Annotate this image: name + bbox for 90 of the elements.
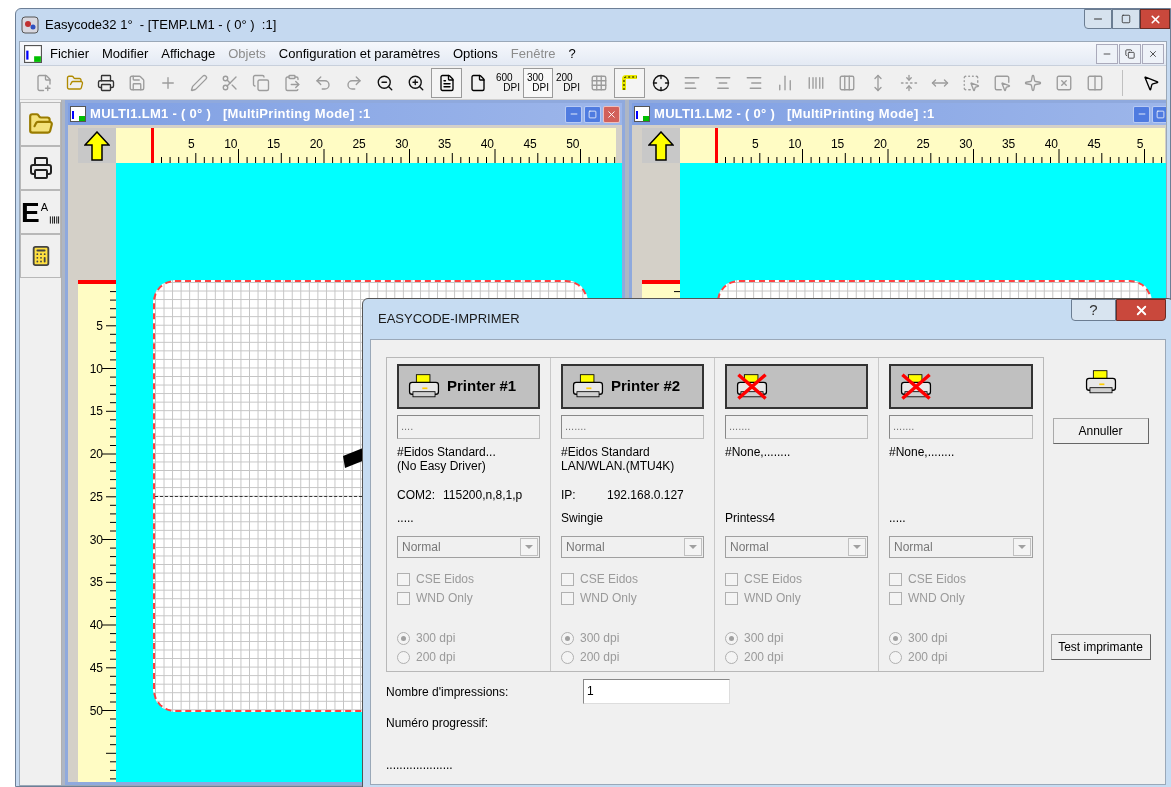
driver-name: #Eidos Standard... bbox=[397, 444, 497, 459]
ruler-number: 50 bbox=[566, 137, 580, 151]
dpi-button[interactable]: 600 DPI bbox=[493, 67, 523, 98]
option-checkbox[interactable]: WND Only bbox=[725, 588, 868, 608]
menu-item[interactable]: Fichier bbox=[50, 43, 89, 64]
connection-setting: 115200,n,8,1,p bbox=[443, 486, 523, 504]
ruler-number: 10 bbox=[788, 137, 802, 151]
ruler-number: 15 bbox=[89, 404, 103, 419]
ruler-number: 45 bbox=[523, 137, 537, 151]
ruler-number: 50 bbox=[89, 703, 103, 718]
dpi-button[interactable]: 200 DPI bbox=[553, 67, 583, 98]
resolution-radio[interactable]: 300 dpi bbox=[725, 628, 868, 648]
option-checkbox[interactable]: WND Only bbox=[397, 588, 540, 608]
printer-field[interactable]: .... bbox=[397, 415, 540, 439]
printer-name: Printess4 bbox=[725, 510, 776, 525]
ruler-number: 20 bbox=[89, 447, 103, 461]
ruler-number: 10 bbox=[224, 137, 238, 151]
option-checkbox[interactable]: WND Only bbox=[889, 588, 1033, 608]
test-printer-button[interactable]: Test imprimante bbox=[1050, 634, 1151, 661]
mode-select[interactable]: Normal bbox=[397, 536, 540, 558]
ruler-number: 30 bbox=[959, 137, 973, 151]
mode-select[interactable]: Normal bbox=[889, 536, 1033, 558]
ruler-number: 5 bbox=[188, 137, 195, 151]
menu-item[interactable]: Options bbox=[452, 43, 498, 64]
printer-field[interactable]: ....... bbox=[725, 415, 868, 439]
connection-setting: IP: bbox=[561, 486, 577, 504]
dialog-title: EASYCODE-IMPRIMER bbox=[378, 310, 520, 329]
printer-button[interactable]: Printer #2 bbox=[561, 364, 704, 409]
resolution-radio[interactable]: 200 dpi bbox=[397, 647, 540, 667]
cancel-button[interactable]: Annuller bbox=[1052, 418, 1149, 445]
menu-item[interactable]: Affichage bbox=[161, 43, 216, 64]
connection-setting: 192.168.0.127 bbox=[607, 486, 684, 504]
ruler-number: 5 bbox=[752, 137, 759, 151]
mode-select[interactable]: Normal bbox=[725, 536, 868, 558]
printer-name: ..... bbox=[397, 510, 414, 525]
option-checkbox[interactable]: CSE Eidos bbox=[725, 569, 868, 589]
ruler-number: 25 bbox=[352, 137, 366, 151]
help-button[interactable]: ? bbox=[1071, 299, 1116, 321]
option-checkbox[interactable]: WND Only bbox=[561, 588, 704, 608]
option-checkbox[interactable]: CSE Eidos bbox=[561, 569, 704, 589]
option-checkbox[interactable]: CSE Eidos bbox=[397, 569, 540, 589]
copies-label: Nombre d'impressions: bbox=[386, 683, 510, 701]
document-title: MULTI1.LM1 - ( 0° ) [MultiPrinting Mode] :1 bbox=[90, 105, 371, 124]
ruler-number: 40 bbox=[89, 618, 103, 632]
resolution-radio[interactable]: 300 dpi bbox=[561, 628, 704, 648]
resolution-radio[interactable]: 200 dpi bbox=[725, 647, 868, 667]
ruler-number: 5 bbox=[1136, 137, 1144, 151]
driver-name: #None,........ bbox=[889, 444, 956, 459]
ruler-number: 35 bbox=[437, 137, 452, 151]
progressive-label: Numéro progressif: bbox=[386, 716, 489, 730]
ruler-number: 25 bbox=[916, 137, 930, 151]
ruler-number: 30 bbox=[395, 137, 409, 151]
ruler-number: 20 bbox=[873, 137, 887, 151]
printer-field[interactable]: ....... bbox=[889, 415, 1033, 439]
progressive-value: .................... bbox=[386, 758, 453, 772]
ruler-number: 15 bbox=[830, 137, 845, 151]
menu-item[interactable]: Modifier bbox=[102, 43, 149, 64]
driver-name: #Eidos Standard bbox=[561, 444, 651, 459]
resolution-radio[interactable]: 200 dpi bbox=[561, 647, 704, 667]
dpi-button[interactable]: 300 DPI bbox=[523, 67, 553, 98]
resolution-radio[interactable]: 200 dpi bbox=[889, 647, 1033, 667]
printer-name: ..... bbox=[889, 510, 906, 525]
driver-name: (No Easy Driver) bbox=[397, 458, 487, 473]
ruler-number: 40 bbox=[1044, 137, 1058, 151]
menu-item[interactable]: Configuration et paramètres bbox=[278, 43, 440, 64]
driver-name: LAN/WLAN.(MTU4K) bbox=[561, 458, 676, 473]
ruler-number: 45 bbox=[1087, 137, 1101, 151]
ruler-number: 35 bbox=[89, 575, 103, 590]
ruler-number: 5 bbox=[96, 318, 103, 333]
printer-field[interactable]: ....... bbox=[561, 415, 704, 439]
window-title: Easycode32 1° - [TEMP.LM1 - ( 0° ) :1] bbox=[45, 16, 277, 35]
ruler-number: 20 bbox=[309, 137, 323, 151]
mode-select[interactable]: Normal bbox=[561, 536, 704, 558]
ruler-number: 15 bbox=[266, 137, 281, 151]
driver-name: #None,........ bbox=[725, 444, 792, 459]
document-title: MULTI1.LM2 - ( 0° ) [MultiPrinting Mode] :1 bbox=[654, 105, 935, 124]
ruler-number: 25 bbox=[89, 489, 103, 504]
option-checkbox[interactable]: CSE Eidos bbox=[889, 569, 1033, 589]
resolution-radio[interactable]: 300 dpi bbox=[889, 628, 1033, 648]
ruler-number: 10 bbox=[89, 361, 103, 376]
copies-field[interactable]: 1 bbox=[583, 679, 730, 704]
printer-button[interactable]: Printer #1 bbox=[397, 364, 540, 409]
ruler-number: 45 bbox=[89, 660, 103, 675]
connection-setting: COM2: bbox=[397, 486, 436, 504]
resolution-radio[interactable]: 300 dpi bbox=[397, 628, 540, 648]
ruler-number: 30 bbox=[89, 532, 103, 547]
ruler-number: 35 bbox=[1001, 137, 1016, 151]
printer-name: Swingie bbox=[561, 510, 604, 525]
ruler-number: 40 bbox=[480, 137, 494, 151]
menu-item[interactable]: ? bbox=[568, 43, 576, 64]
